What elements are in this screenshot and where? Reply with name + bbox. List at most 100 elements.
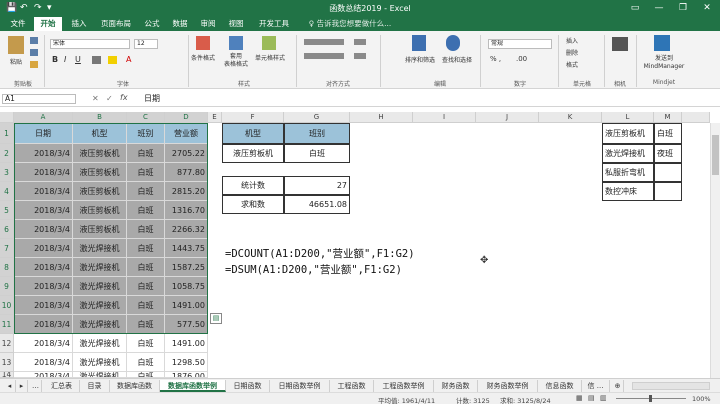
bold-icon[interactable]: B xyxy=(52,55,58,64)
conditional-format-icon[interactable] xyxy=(196,36,210,50)
table-cell[interactable]: 白班 xyxy=(127,353,165,372)
add-sheet-icon[interactable]: ⊕ xyxy=(612,380,624,392)
normal-view-icon[interactable]: ▦ xyxy=(576,394,583,402)
sheet-tab[interactable]: 汇总表 xyxy=(44,380,80,392)
borders-icon[interactable] xyxy=(92,56,101,64)
table-cell[interactable]: 激光焊接机 xyxy=(73,334,127,353)
count-label[interactable]: 统计数 xyxy=(222,176,284,195)
sort-filter-icon[interactable] xyxy=(412,35,426,51)
table-cell[interactable]: 白班 xyxy=(127,258,165,277)
close-button[interactable]: ✕ xyxy=(696,1,718,16)
column-header-D[interactable]: D xyxy=(165,112,208,123)
minimize-button[interactable]: — xyxy=(648,1,670,16)
redo-icon[interactable]: ↷ xyxy=(34,2,42,14)
table-cell[interactable]: 2018/3/4 xyxy=(14,258,73,277)
criteria-value-model[interactable]: 液压剪板机 xyxy=(222,144,284,163)
table-cell[interactable]: 白班 xyxy=(127,220,165,239)
sum-value[interactable]: 46651.08 xyxy=(284,195,350,214)
table-cell[interactable]: 白班 xyxy=(127,277,165,296)
font-color-icon[interactable]: A xyxy=(126,55,131,64)
table-cell[interactable]: 白班 xyxy=(127,182,165,201)
page-break-view-icon[interactable]: ▥ xyxy=(600,394,607,402)
table-cell[interactable]: 激光焊接机 xyxy=(73,277,127,296)
enter-icon[interactable]: ✓ xyxy=(106,94,113,103)
quick-analysis-icon[interactable]: ▤ xyxy=(210,313,222,324)
row-header-1[interactable]: 1 xyxy=(0,123,14,144)
list-item[interactable] xyxy=(654,182,682,201)
table-cell[interactable]: 1316.70 xyxy=(165,201,208,220)
delete-cells-button[interactable]: 删除 xyxy=(566,48,578,57)
find-select-button[interactable]: 查找和选择 xyxy=(440,55,474,64)
sheet-tab[interactable]: 日期函数 xyxy=(226,380,270,392)
table-cell[interactable]: 液压剪板机 xyxy=(73,220,127,239)
table-cell[interactable]: 2266.32 xyxy=(165,220,208,239)
row-header-10[interactable]: 10 xyxy=(0,296,14,315)
criteria-header-model[interactable]: 机型 xyxy=(222,123,284,144)
find-select-icon[interactable] xyxy=(446,35,460,51)
row-header-3[interactable]: 3 xyxy=(0,163,14,182)
sort-filter-button[interactable]: 排序和筛选 xyxy=(404,55,436,64)
criteria-header-shift[interactable]: 班别 xyxy=(284,123,350,144)
list-item[interactable]: 白班 xyxy=(654,123,682,144)
table-cell[interactable]: 577.50 xyxy=(165,315,208,334)
cell-style-button[interactable]: 单元格样式 xyxy=(252,53,288,62)
sheet-nav-prev-icon[interactable]: ◂ xyxy=(4,380,16,392)
customize-qat-icon[interactable]: ▾ xyxy=(47,2,52,14)
table-cell[interactable]: 1298.50 xyxy=(165,353,208,372)
format-cells-button[interactable]: 格式 xyxy=(566,60,578,69)
table-cell[interactable]: 激光焊接机 xyxy=(73,239,127,258)
table-cell[interactable]: 2815.20 xyxy=(165,182,208,201)
table-cell[interactable]: 2018/3/4 xyxy=(14,315,73,334)
conditional-format-button[interactable]: 条件格式 xyxy=(186,53,220,62)
column-header-K[interactable]: K xyxy=(539,112,602,123)
table-cell[interactable]: 激光焊接机 xyxy=(73,353,127,372)
sheet-tab[interactable]: 财务函数举例 xyxy=(478,380,538,392)
sheet-nav-next-icon[interactable]: ▸ xyxy=(16,380,28,392)
page-layout-view-icon[interactable]: ▤ xyxy=(588,394,595,402)
sheet-tab[interactable]: 信息函数 xyxy=(538,380,582,392)
column-header-G[interactable]: G xyxy=(284,112,350,123)
table-cell[interactable]: 877.80 xyxy=(165,163,208,182)
ribbon-options-icon[interactable]: ▭ xyxy=(624,1,646,16)
name-box[interactable]: A1 xyxy=(2,94,76,104)
font-size-combo[interactable]: 12 xyxy=(134,39,158,49)
tab-review[interactable]: 审阅 xyxy=(196,17,220,31)
merge-center-icon[interactable] xyxy=(354,53,366,59)
paste-icon[interactable] xyxy=(8,36,24,54)
list-item[interactable]: 私服折弯机 xyxy=(602,163,654,182)
table-cell[interactable]: 白班 xyxy=(127,334,165,353)
table-cell[interactable]: 激光焊接机 xyxy=(73,296,127,315)
table-cell[interactable]: 2018/3/4 xyxy=(14,239,73,258)
column-header-J[interactable]: J xyxy=(476,112,539,123)
tab-page-layout[interactable]: 页面布局 xyxy=(96,17,136,31)
table-cell[interactable]: 2018/3/4 xyxy=(14,296,73,315)
table-cell[interactable]: 2018/3/4 xyxy=(14,353,73,372)
row-header-8[interactable]: 8 xyxy=(0,258,14,277)
table-cell[interactable]: 1443.75 xyxy=(165,239,208,258)
tab-formulas[interactable]: 公式 xyxy=(140,17,164,31)
cut-icon[interactable] xyxy=(30,37,38,44)
row-header-13[interactable]: 13 xyxy=(0,353,14,372)
table-cell[interactable]: 白班 xyxy=(127,315,165,334)
column-header-C[interactable]: C xyxy=(127,112,165,123)
table-cell[interactable]: 白班 xyxy=(127,239,165,258)
font-name-combo[interactable]: 宋体 xyxy=(50,39,130,49)
wrap-text-icon[interactable] xyxy=(354,39,366,45)
sheet-tab[interactable]: 日期函数举例 xyxy=(270,380,330,392)
scrollbar-thumb[interactable] xyxy=(712,135,719,175)
table-cell[interactable]: 白班 xyxy=(127,163,165,182)
table-cell[interactable]: 液压剪板机 xyxy=(73,182,127,201)
table-cell[interactable]: 白班 xyxy=(127,296,165,315)
table-cell[interactable]: 白班 xyxy=(127,144,165,163)
row-header-5[interactable]: 5 xyxy=(0,201,14,220)
copy-icon[interactable] xyxy=(30,49,38,56)
cancel-icon[interactable]: ✕ xyxy=(92,94,99,103)
table-cell[interactable]: 2018/3/4 xyxy=(14,163,73,182)
table-cell[interactable]: 2018/3/4 xyxy=(14,182,73,201)
tab-insert[interactable]: 插入 xyxy=(65,17,93,31)
insert-cells-button[interactable]: 插入 xyxy=(566,36,578,45)
count-value[interactable]: 27 xyxy=(284,176,350,195)
row-header-7[interactable]: 7 xyxy=(0,239,14,258)
list-item[interactable]: 液压剪板机 xyxy=(602,123,654,144)
column-header-E[interactable]: E xyxy=(208,112,222,123)
